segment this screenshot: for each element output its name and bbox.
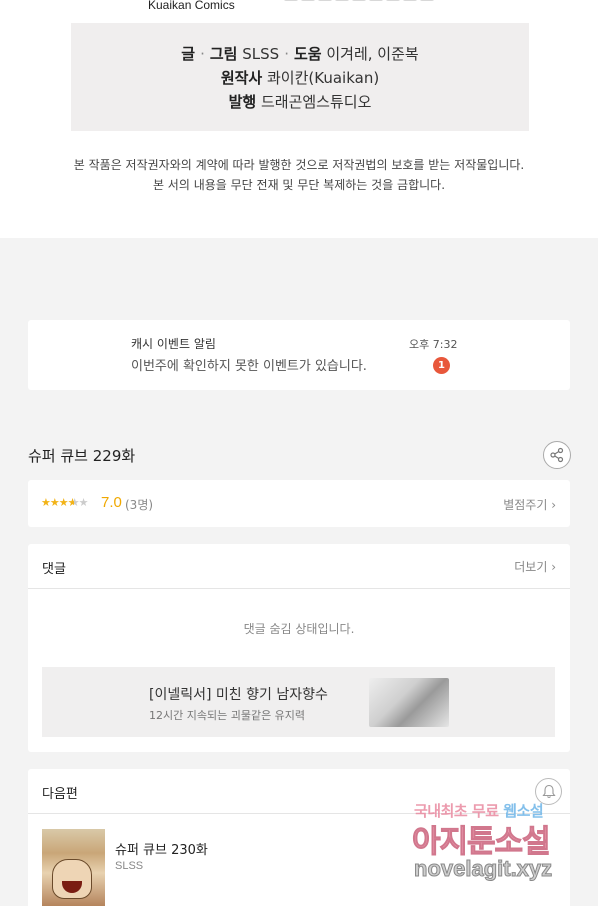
thumbnail-face bbox=[52, 859, 92, 899]
divider bbox=[28, 588, 570, 589]
star-rating-icon: ★★★★★★ bbox=[41, 496, 88, 509]
credit-label-art: 그림 bbox=[209, 45, 238, 63]
comments-hidden-message: 댓글 숨김 상태입니다. bbox=[243, 622, 355, 636]
content-top-section: Kuaikan Comics 글 · 그림 SLSS · 도움 이겨레, 이준복 원작사… bbox=[0, 0, 598, 238]
rating-card: ★★★★★★ 7.0 (3명) 별점주기 › bbox=[28, 480, 570, 527]
event-alert-title: 캐시 이벤트 알림 bbox=[131, 337, 216, 351]
publisher-label: Kuaikan Comics bbox=[148, 0, 235, 12]
next-episode-thumbnail[interactable] bbox=[42, 829, 105, 906]
rating-score: 7.0 bbox=[101, 494, 122, 511]
comments-more-link[interactable]: 더보기 › bbox=[514, 558, 556, 575]
share-button[interactable] bbox=[543, 441, 571, 469]
site-watermark: 국내최초 무료 웹소설 아지툰소설 novelagit.xyz bbox=[410, 798, 580, 888]
credit-value-publisher: 드래곤엠스튜디오 bbox=[260, 93, 372, 111]
notification-badge: 1 bbox=[433, 357, 450, 374]
separator: · bbox=[284, 45, 289, 63]
credit-label-assist: 도움 bbox=[293, 45, 322, 63]
copyright-line-1: 본 작품은 저작권자와의 계약에 따라 발행한 것으로 저작권법의 보호를 받는… bbox=[73, 158, 525, 172]
ad-title: [이넬릭서] 미친 향기 남자향수 bbox=[149, 687, 328, 703]
credit-label-publisher: 발행 bbox=[228, 93, 257, 111]
next-episode-header: 다음편 bbox=[42, 787, 78, 802]
credits-authors-line: 글 · 그림 SLSS · 도움 이겨레, 이준복 bbox=[71, 42, 529, 66]
event-alert-card[interactable]: 캐시 이벤트 알림 이번주에 확인하지 못한 이벤트가 있습니다. 오후 7:3… bbox=[28, 320, 570, 390]
event-alert-time: 오후 7:32 bbox=[409, 338, 458, 351]
share-icon bbox=[550, 447, 564, 463]
copyright-notice: 본 작품은 저작권자와의 계약에 따라 발행한 것으로 저작권법의 보호를 받는… bbox=[0, 155, 598, 195]
ad-banner[interactable]: [이넬릭서] 미친 향기 남자향수 12시간 지속되는 괴물같은 유지력 bbox=[42, 667, 555, 737]
credits-publisher-line: 발행 드래곤엠스튜디오 bbox=[71, 90, 529, 114]
cropped-title-fragment bbox=[284, 0, 464, 4]
credit-label-writer: 글 bbox=[181, 45, 196, 63]
next-episode-author: SLSS bbox=[115, 860, 144, 872]
bell-icon bbox=[541, 784, 556, 799]
credit-value-author: SLSS bbox=[242, 45, 280, 63]
next-episode-title[interactable]: 슈퍼 큐브 230화 bbox=[115, 839, 208, 858]
ad-image bbox=[369, 678, 449, 727]
credit-value-assist: 이겨레, 이준복 bbox=[326, 45, 419, 63]
ad-subtitle: 12시간 지속되는 괴물같은 유지력 bbox=[149, 709, 306, 722]
watermark-logo-text: 아지툰소설 bbox=[412, 824, 552, 861]
event-alert-message: 이번주에 확인하지 못한 이벤트가 있습니다. bbox=[131, 359, 367, 374]
credit-value-original: 콰이칸(Kuaikan) bbox=[267, 69, 380, 87]
copyright-line-2: 본 서의 내용을 무단 전재 및 무단 복제하는 것을 금합니다. bbox=[152, 178, 446, 192]
rate-button[interactable]: 별점주기 › bbox=[503, 496, 556, 513]
separator: · bbox=[200, 45, 205, 63]
comments-header: 댓글 bbox=[42, 562, 66, 577]
credits-original-line: 원작사 콰이칸(Kuaikan) bbox=[71, 66, 529, 90]
credit-label-original: 원작사 bbox=[220, 69, 263, 87]
watermark-url: novelagit.xyz bbox=[413, 856, 553, 882]
comments-card: 댓글 더보기 › 댓글 숨김 상태입니다. [이넬릭서] 미친 향기 남자향수 … bbox=[28, 544, 570, 752]
rating-count: (3명) bbox=[125, 498, 154, 512]
credits-box: 글 · 그림 SLSS · 도움 이겨레, 이준복 원작사 콰이칸(Kuaikan) 발… bbox=[71, 23, 529, 131]
episode-title: 슈퍼 큐브 229화 bbox=[28, 447, 136, 465]
